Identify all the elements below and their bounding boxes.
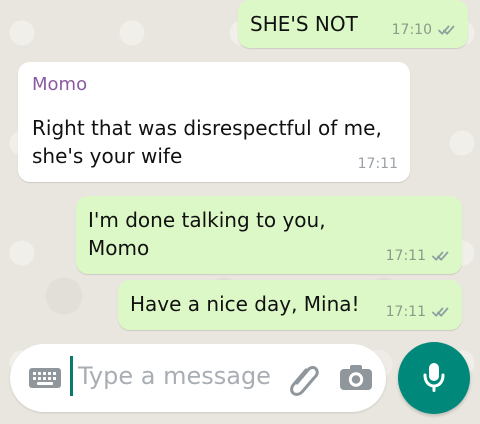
message-meta: 17:11 xyxy=(358,156,398,172)
sender-name: Momo xyxy=(32,74,88,95)
paperclip-icon[interactable] xyxy=(286,360,322,400)
message-time: 17:10 xyxy=(391,22,432,38)
message-bubble-outgoing[interactable]: Have a nice day, Mina! 17:11 xyxy=(118,280,462,330)
mic-icon xyxy=(421,361,447,395)
double-check-icon xyxy=(432,250,450,262)
message-text: Have a nice day, Mina! xyxy=(130,292,360,316)
message-bubble-outgoing[interactable]: SHE'S NOT 17:10 xyxy=(238,0,468,48)
message-time: 17:11 xyxy=(385,304,426,320)
message-meta: 17:11 xyxy=(386,248,450,264)
message-text: Right that was disrespectful of me, she'… xyxy=(32,116,382,168)
message-meta: 17:10 xyxy=(392,22,456,38)
mic-button[interactable] xyxy=(398,342,470,414)
message-text: I'm done talking to you, Momo xyxy=(88,208,326,260)
double-check-icon xyxy=(432,306,450,318)
message-bubble-incoming[interactable]: Momo Right that was disrespectful of me,… xyxy=(18,62,410,182)
message-time: 17:11 xyxy=(385,248,426,264)
double-check-icon xyxy=(438,24,456,36)
message-bubble-outgoing[interactable]: I'm done talking to you, Momo 17:11 xyxy=(76,196,462,274)
text-cursor xyxy=(70,356,73,396)
message-input-placeholder[interactable]: Type a message xyxy=(78,360,271,392)
message-meta: 17:11 xyxy=(386,304,450,320)
keyboard-icon[interactable] xyxy=(28,366,62,390)
message-time: 17:11 xyxy=(357,156,398,172)
message-text: SHE'S NOT xyxy=(250,12,358,36)
camera-icon[interactable] xyxy=(338,362,374,392)
